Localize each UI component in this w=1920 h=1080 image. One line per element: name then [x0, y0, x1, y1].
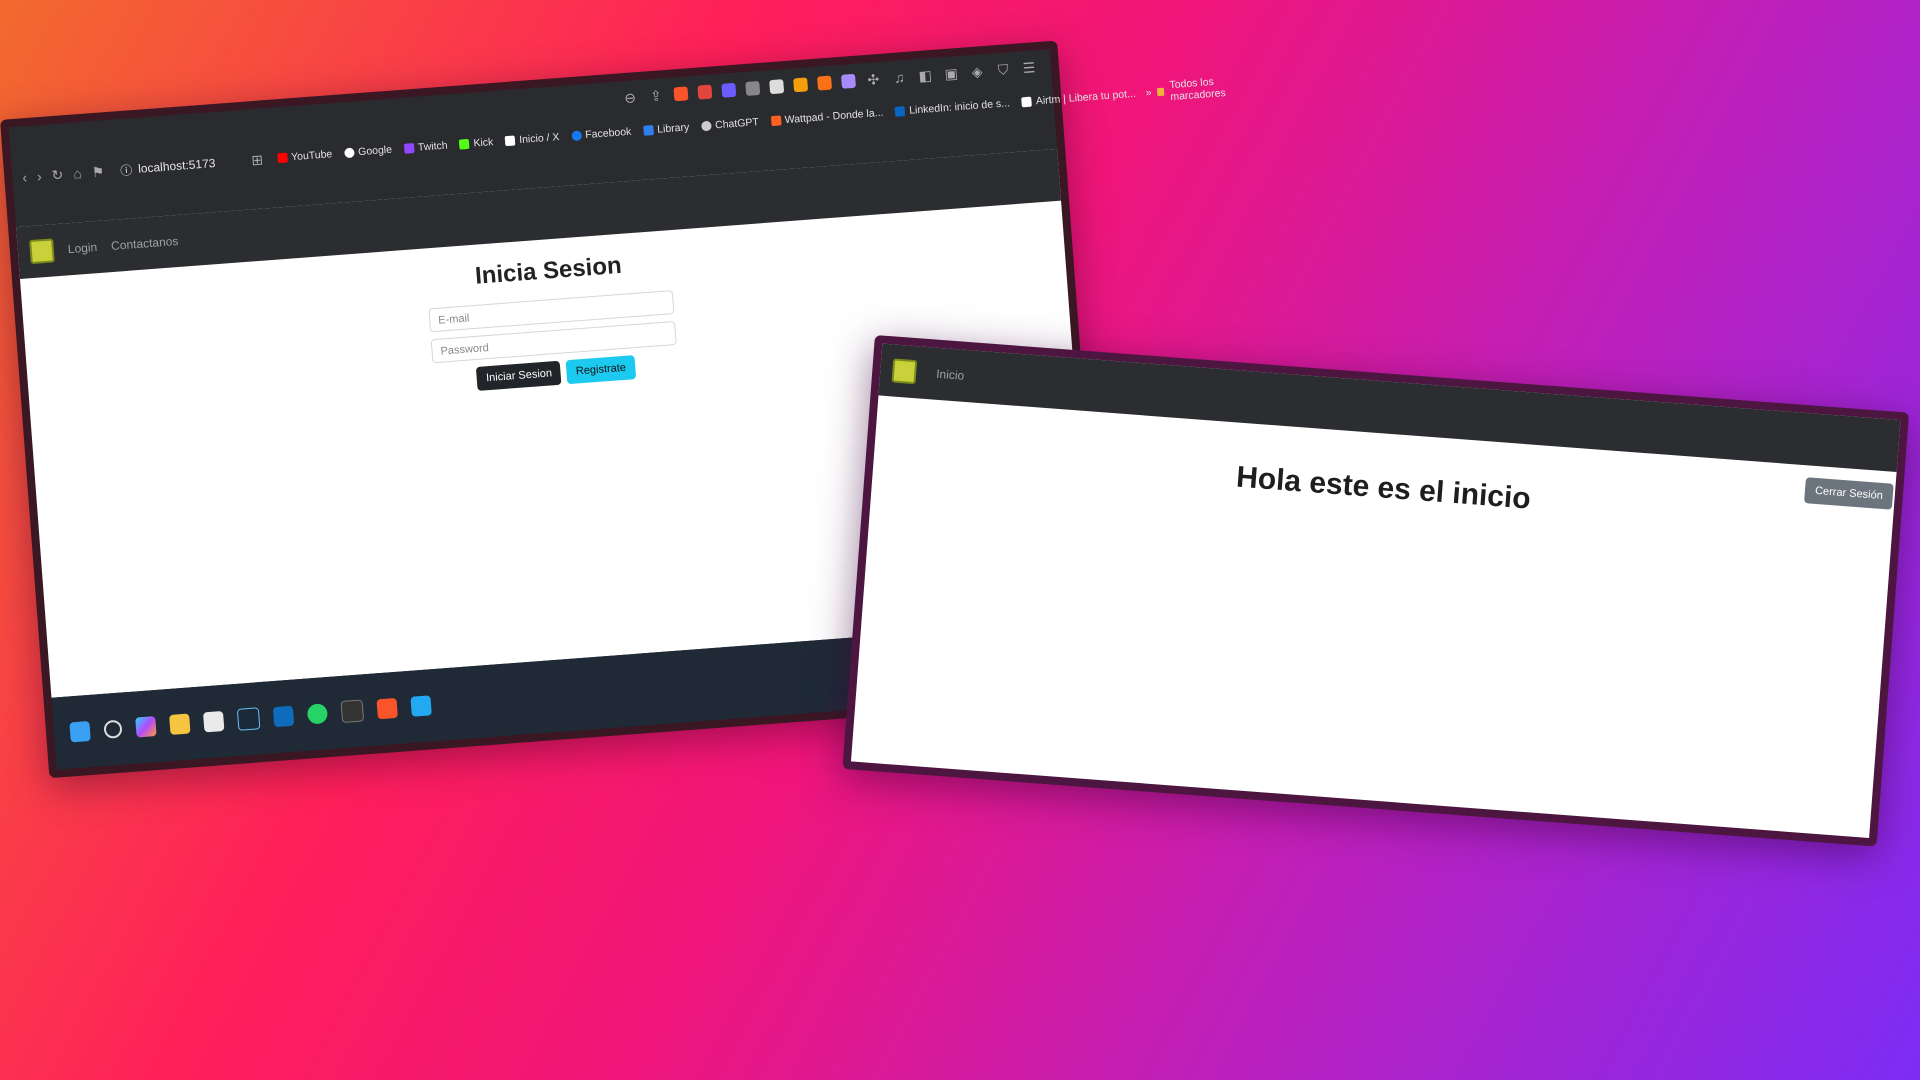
bookmark-item[interactable]: YouTube [276, 148, 333, 164]
bookmark-item[interactable]: ChatGPT [700, 116, 759, 132]
zoom-icon[interactable]: ⊖ [621, 89, 638, 107]
reload-icon[interactable]: ↻ [51, 166, 64, 184]
google-icon [343, 147, 355, 159]
library-icon [642, 125, 654, 136]
bookmark-item[interactable]: LinkedIn: inicio de s... [894, 97, 1010, 118]
extension-icon-5[interactable] [817, 75, 833, 91]
extension-icon-1[interactable] [721, 82, 737, 98]
brave-rewards-icon[interactable] [697, 84, 713, 100]
app-logo-icon[interactable] [29, 238, 55, 265]
extension-icon-3[interactable] [769, 79, 785, 95]
nav-link-contactanos[interactable]: Contactanos [111, 234, 179, 253]
extension-icon-2[interactable] [745, 80, 761, 96]
copilot-icon[interactable] [135, 716, 157, 738]
youtube-icon [276, 152, 288, 164]
login-button[interactable]: Iniciar Sesion [476, 360, 562, 391]
folder-icon [1157, 87, 1165, 97]
more-bookmarks-icon[interactable]: » [1145, 87, 1152, 99]
bookmark-item[interactable]: Inicio / X [504, 131, 560, 147]
bookmark-item[interactable]: Facebook [570, 126, 632, 142]
store-icon[interactable] [202, 710, 225, 733]
bookmark-item[interactable]: Google [343, 144, 392, 160]
chatgpt-icon [700, 120, 712, 132]
login-form: Inicia Sesion E-mail Password Iniciar Se… [425, 248, 679, 394]
forward-icon[interactable]: › [36, 168, 42, 184]
share-icon[interactable]: ⇪ [647, 87, 664, 105]
bookmarks-overflow: » Todos los marcadores [1145, 75, 1231, 105]
brave-shield-icon[interactable] [673, 86, 689, 102]
page-title: Inicia Sesion [474, 251, 623, 290]
airtm-icon [1021, 96, 1033, 108]
windows-start-icon[interactable] [69, 720, 91, 743]
vpn-icon[interactable]: ◈ [969, 63, 986, 81]
whatsapp-icon[interactable] [306, 703, 329, 725]
puzzle-icon[interactable]: ✣ [865, 70, 882, 88]
bookmark-item[interactable]: Wattpad - Donde la... [770, 107, 884, 127]
shield-icon[interactable]: ⛉ [994, 61, 1011, 79]
terminal-icon[interactable] [340, 699, 365, 724]
extension-icon-4[interactable] [793, 77, 809, 93]
app-window-home: Inicio Cerrar Sesión Hola este es el ini… [842, 335, 1910, 847]
facebook-icon [570, 130, 582, 142]
wattpad-icon [770, 115, 782, 127]
twitch-icon [403, 143, 415, 154]
x-icon [504, 135, 516, 147]
kick-icon [459, 138, 470, 150]
bookmark-icon[interactable]: ⚑ [91, 163, 105, 181]
site-info-icon[interactable]: ⓘ [120, 161, 133, 179]
linkedin-icon [894, 106, 906, 117]
back-icon[interactable]: ‹ [22, 169, 28, 185]
steam-icon[interactable] [236, 707, 261, 731]
music-icon[interactable]: ♫ [891, 69, 908, 86]
address-bar[interactable]: ⓘ localhost:5173 [120, 154, 216, 178]
home-icon[interactable]: ⌂ [73, 165, 83, 182]
extension-icon-6[interactable] [840, 73, 856, 89]
register-button[interactable]: Registrate [566, 355, 636, 385]
menu-icon[interactable]: ☰ [1020, 59, 1037, 77]
app-logo-icon[interactable] [891, 358, 918, 385]
bookmark-item[interactable]: Kick [459, 136, 494, 151]
brave-icon[interactable] [376, 697, 398, 720]
search-icon[interactable] [103, 719, 123, 739]
bookmark-item[interactable]: Twitch [403, 140, 448, 155]
outlook-icon[interactable] [272, 705, 295, 728]
bookmark-item[interactable]: Library [642, 121, 690, 136]
url-text: localhost:5173 [137, 155, 216, 176]
file-explorer-icon[interactable] [169, 713, 191, 735]
wallet-icon[interactable]: ▣ [943, 64, 960, 82]
apps-grid-icon[interactable]: ⊞ [249, 151, 266, 169]
nav-link-inicio[interactable]: Inicio [936, 367, 965, 383]
nav-link-login[interactable]: Login [67, 240, 97, 256]
bookmark-item[interactable]: Airtm | Libera tu pot... [1021, 88, 1136, 109]
all-bookmarks-folder[interactable]: Todos los marcadores [1169, 75, 1231, 103]
sidebar-icon[interactable]: ◧ [917, 66, 934, 84]
vscode-icon[interactable] [410, 695, 432, 717]
